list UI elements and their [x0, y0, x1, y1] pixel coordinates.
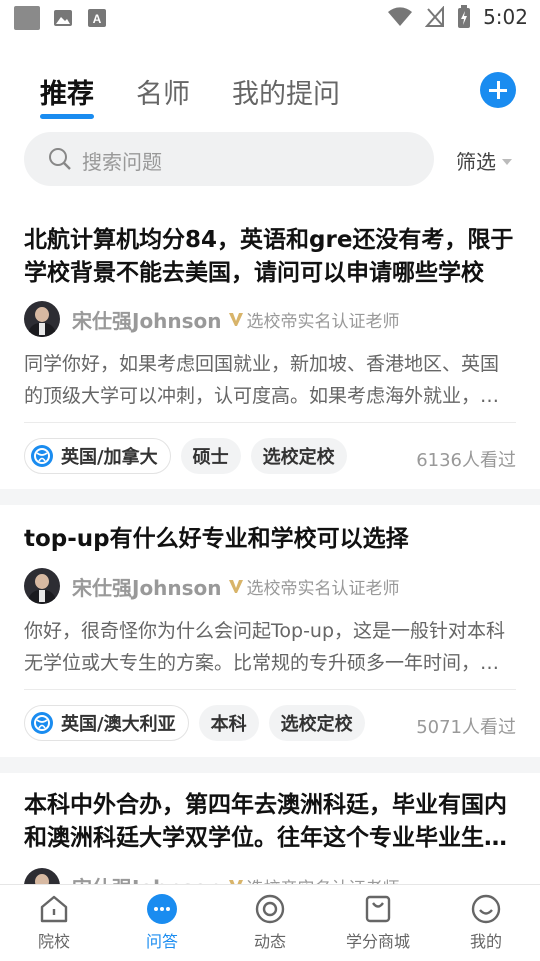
- question-title[interactable]: top-up有什么好专业和学校可以选择: [24, 523, 516, 556]
- svg-text:A: A: [93, 12, 102, 26]
- plus-icon: [489, 81, 507, 99]
- nav-label: 动态: [253, 932, 286, 951]
- wifi-icon: [388, 7, 413, 26]
- divider: [24, 422, 516, 423]
- teacher-info[interactable]: 宋仕强Johnson 选校帝实名认证老师: [24, 868, 400, 884]
- teacher-certification: 选校帝实名认证老师: [246, 578, 400, 599]
- nav-item-qa[interactable]: 问答: [112, 893, 212, 952]
- teacher-info[interactable]: 宋仕强Johnson 选校帝实名认证老师: [24, 301, 400, 337]
- tab-famous-teachers[interactable]: 名师: [136, 72, 190, 111]
- verified-badge-icon: [228, 313, 243, 326]
- home-icon: [40, 895, 68, 923]
- tab-recommend[interactable]: 推荐: [40, 72, 94, 111]
- globe-icon: [31, 712, 53, 734]
- teacher-info[interactable]: 宋仕强Johnson 选校帝实名认证老师: [24, 568, 400, 604]
- tag-degree[interactable]: 本科: [198, 705, 259, 741]
- nav-item-credit-mall[interactable]: 学分商城: [328, 893, 428, 952]
- teacher-name: 宋仕强Johnson: [72, 872, 222, 885]
- filter-label: 筛选: [456, 150, 496, 174]
- ask-question-button[interactable]: [480, 72, 516, 108]
- search-placeholder: 搜索问题: [82, 150, 162, 174]
- nav-label: 我的: [469, 932, 502, 951]
- chat-bubble-icon: [147, 894, 177, 924]
- bottom-navigation: 院校 问答 动态 学分商城 我的: [0, 884, 540, 961]
- shopping-bag-icon: [365, 895, 391, 923]
- question-card[interactable]: 北航计算机均分84，英语和gre还没有考，限于学校背景不能去美国，请问可以申请哪…: [0, 206, 540, 476]
- card-separator: [0, 757, 540, 773]
- image-notification-icon: [54, 10, 72, 26]
- active-tab-indicator: [40, 114, 94, 119]
- smile-icon: [471, 894, 501, 924]
- tab-my-questions[interactable]: 我的提问: [232, 72, 340, 111]
- teacher-name: 宋仕强Johnson: [72, 575, 222, 600]
- question-title[interactable]: 本科中外合办，第四年去澳洲科廷，毕业有国内和澳洲科廷大学双学位。往年这个专业毕业…: [24, 789, 516, 855]
- nav-item-schools[interactable]: 院校: [4, 893, 104, 952]
- caret-down-icon: [502, 158, 512, 165]
- tag-label: 英国/加拿大: [61, 447, 158, 468]
- avatar[interactable]: [24, 301, 60, 337]
- tag-topic[interactable]: 选校定校: [268, 705, 365, 741]
- clock: 5:02: [483, 5, 528, 29]
- answer-preview[interactable]: 你好，很奇怪你为什么会问起Top-up，这是一般针对本科无学位或大专生的方案。比…: [24, 615, 516, 679]
- question-card[interactable]: 本科中外合办，第四年去澳洲科廷，毕业有国内和澳洲科廷大学双学位。往年这个专业毕业…: [0, 773, 540, 884]
- tag-degree[interactable]: 硕士: [180, 438, 241, 474]
- teacher-certification: 选校帝实名认证老师: [247, 874, 400, 885]
- nav-item-feed[interactable]: 动态: [220, 893, 320, 952]
- nav-label: 问答: [145, 932, 178, 951]
- search-input[interactable]: 搜索问题: [24, 132, 434, 186]
- tag-region[interactable]: 英国/澳大利亚: [24, 705, 189, 741]
- no-signal-icon: [425, 6, 445, 27]
- tag-row: 英国/加拿大 硕士 选校定校: [24, 438, 347, 474]
- verified-badge-icon: [228, 580, 243, 593]
- top-tabs: 推荐 名师 我的提问: [0, 62, 540, 122]
- teacher-name: 宋仕强Johnson: [72, 308, 222, 333]
- target-icon: [255, 894, 285, 924]
- question-title[interactable]: 北航计算机均分84，英语和gre还没有考，限于学校背景不能去美国，请问可以申请哪…: [24, 224, 516, 290]
- view-count: 5071人看过: [416, 717, 516, 738]
- tag-label: 英国/澳大利亚: [61, 714, 176, 735]
- tag-region[interactable]: 英国/加拿大: [24, 438, 171, 474]
- divider: [24, 689, 516, 690]
- teacher-certification: 选校帝实名认证老师: [246, 311, 400, 332]
- tag-row: 英国/澳大利亚 本科 选校定校: [24, 705, 365, 741]
- avatar[interactable]: [24, 868, 60, 884]
- search-icon: [49, 148, 71, 170]
- tag-topic[interactable]: 选校定校: [250, 438, 347, 474]
- card-separator: [0, 489, 540, 505]
- nav-item-me[interactable]: 我的: [436, 893, 536, 952]
- avatar[interactable]: [24, 568, 60, 604]
- app-notification-icon: [14, 6, 40, 30]
- filter-button[interactable]: 筛选: [456, 146, 512, 175]
- answer-preview[interactable]: 同学你好，如果考虑回国就业，新加坡、香港地区、英国的顶级大学可以冲刺，认可度高。…: [24, 348, 516, 412]
- battery-charging-icon: [458, 5, 471, 28]
- view-count: 6136人看过: [416, 450, 516, 471]
- nav-label: 院校: [37, 932, 70, 951]
- font-notification-icon: A: [88, 9, 106, 27]
- globe-icon: [31, 445, 53, 467]
- nav-label: 学分商城: [345, 932, 410, 951]
- status-bar: A 5:02: [0, 0, 540, 36]
- question-card[interactable]: top-up有什么好专业和学校可以选择 宋仕强Johnson 选校帝实名认证老师…: [0, 505, 540, 757]
